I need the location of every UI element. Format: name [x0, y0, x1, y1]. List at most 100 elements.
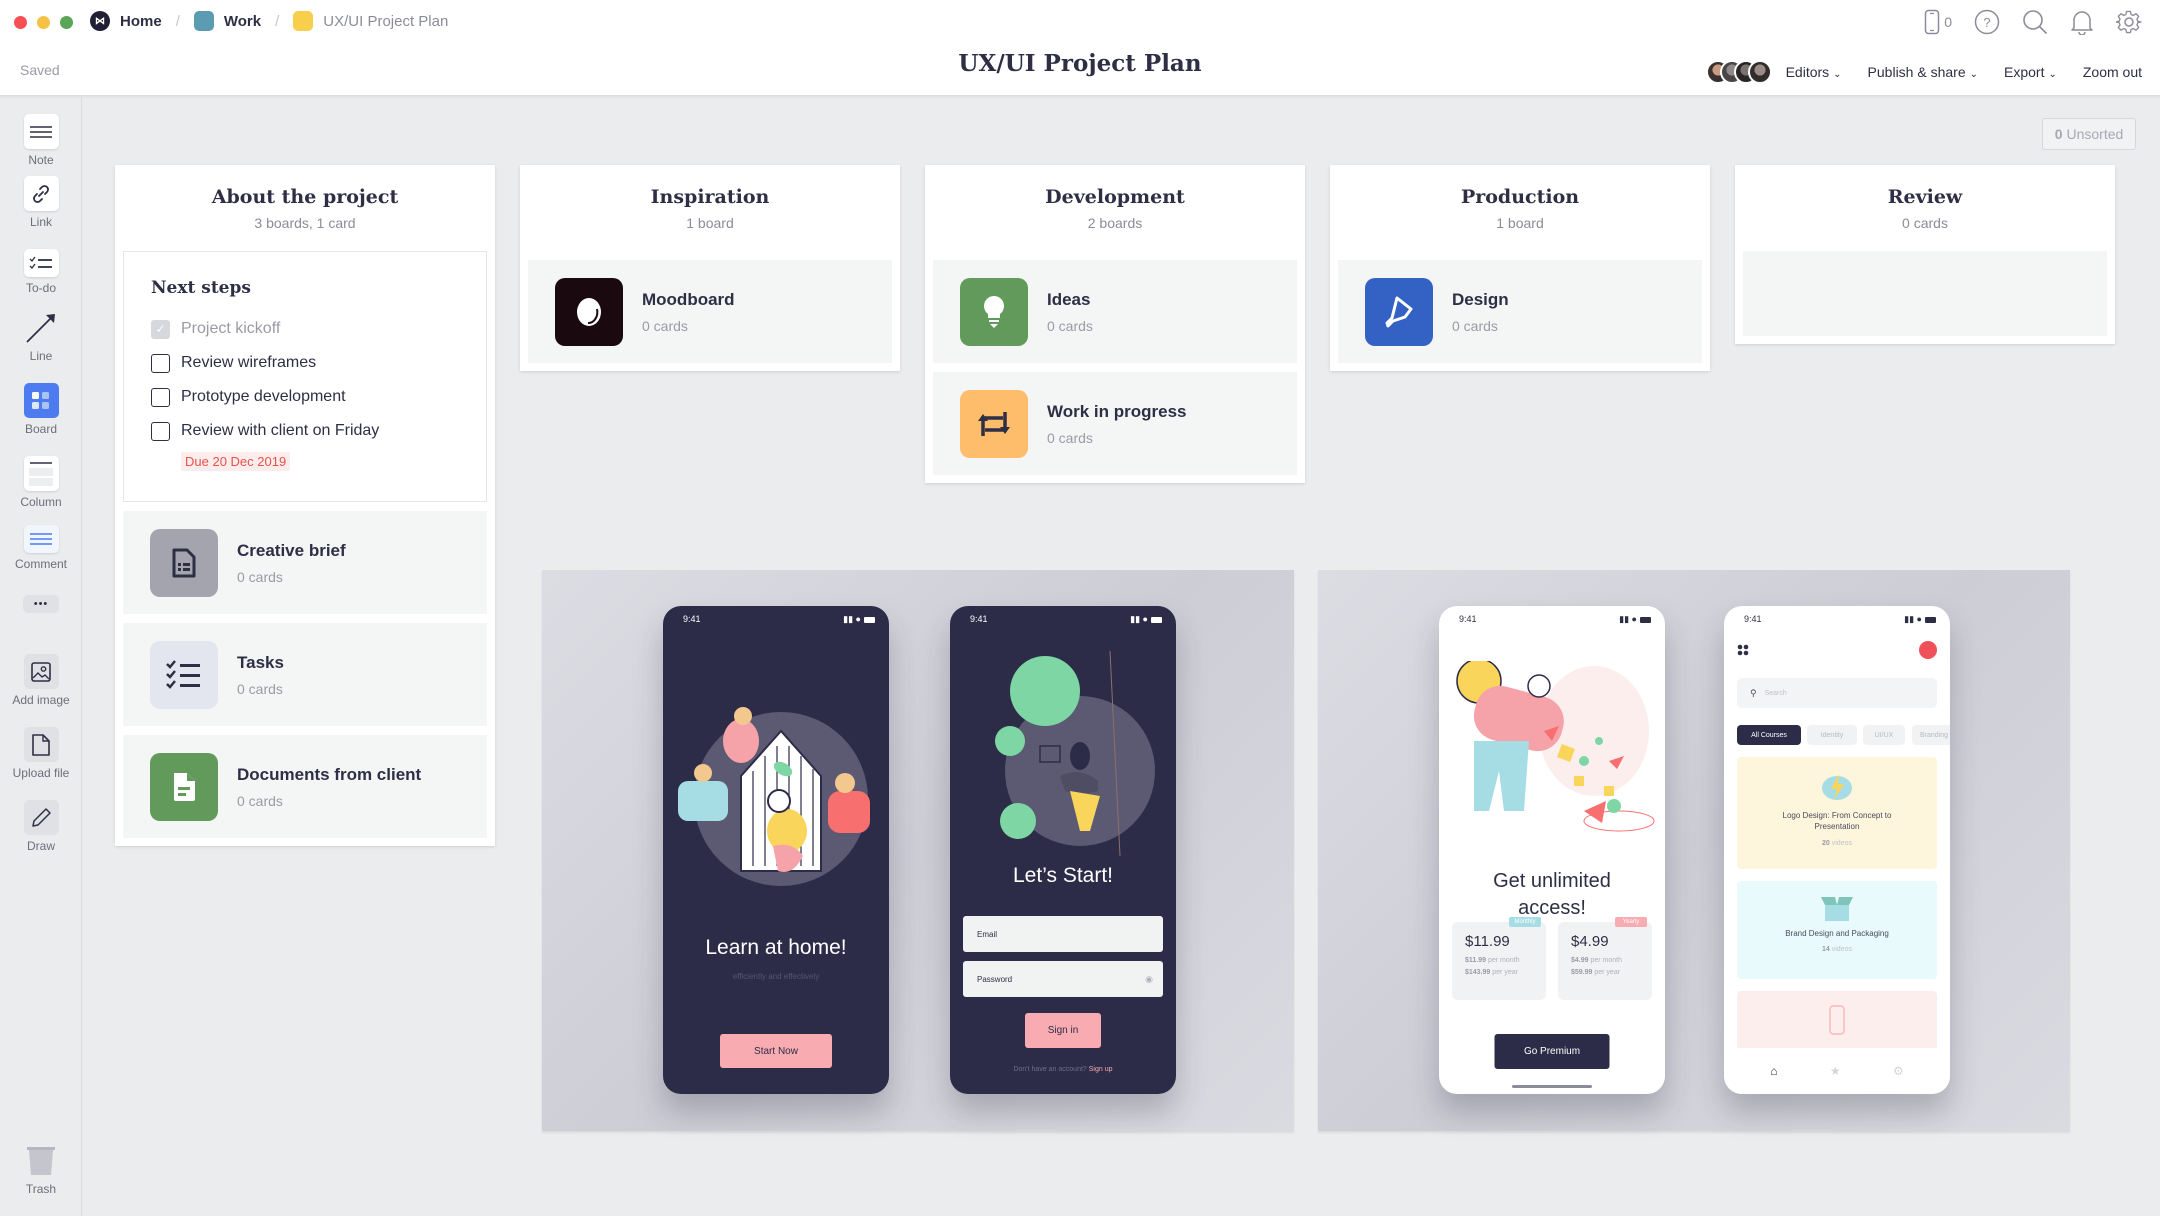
headline-line-2: access! [1518, 897, 1586, 919]
column-title[interactable]: About the project [123, 186, 487, 208]
todo-icon [23, 249, 59, 277]
plan-price: $11.99 [1465, 933, 1510, 950]
editors-label: Editors [1785, 64, 1830, 80]
chevron-down-icon: ⌄ [2048, 69, 2057, 80]
minimize-window-button[interactable] [37, 16, 50, 29]
status-time: 9:41 [970, 614, 988, 624]
publish-share-dropdown[interactable]: Publish & share ⌄ [1868, 64, 1978, 80]
maximize-window-button[interactable] [60, 16, 73, 29]
tool-line[interactable]: Line [0, 310, 82, 363]
column-title[interactable]: Production [1338, 186, 1702, 208]
todo-item[interactable]: Review with client on Friday [151, 414, 459, 448]
column-title[interactable]: Development [933, 186, 1297, 208]
tool-add-image[interactable]: Add image [0, 654, 82, 707]
star-icon: ★ [1829, 1064, 1841, 1078]
search-icon: ⚲ [1750, 687, 1757, 698]
tool-draw[interactable]: Draw [0, 800, 82, 853]
column-review[interactable]: Review 0 cards [1735, 165, 2115, 344]
board-card-documents-from-client[interactable]: Documents from client 0 cards [123, 735, 487, 838]
board-card-moodboard[interactable]: Moodboard 0 cards [528, 260, 892, 363]
checkbox[interactable] [151, 353, 170, 373]
file-icon [150, 752, 218, 821]
board-name: Documents from client [237, 764, 422, 784]
mockup-image-light[interactable]: 9:41 ▮▮ ● Get unlimited access! Monthly $1… [1318, 570, 2070, 1131]
zoom-out-button[interactable]: Zoom out [2083, 64, 2142, 80]
todo-item[interactable]: Review wireframes [151, 346, 459, 380]
board-card-work-in-progress[interactable]: Work in progress 0 cards [933, 372, 1297, 475]
search-icon[interactable] [2022, 9, 2048, 35]
column-development[interactable]: Development 2 boards Ideas 0 cards Work i… [925, 165, 1305, 483]
tool-comment[interactable]: Comment [0, 525, 82, 571]
board-card-tasks[interactable]: Tasks 0 cards [123, 623, 487, 726]
breadcrumb-separator: / [175, 12, 180, 30]
todo-item[interactable]: ✓ Project kickoff [151, 312, 459, 346]
phone-headline: Get unlimited access! [1439, 868, 1665, 922]
tool-upload-file[interactable]: Upload file [0, 727, 82, 780]
headline-line-1: Get unlimited [1493, 870, 1611, 892]
board-name: Design [1452, 289, 1509, 309]
gear-icon[interactable] [2116, 9, 2142, 35]
breadcrumb-home[interactable]: Home [120, 13, 162, 30]
board-card-count: 0 cards [237, 792, 283, 809]
close-window-button[interactable] [14, 16, 27, 29]
board-icon [23, 383, 59, 418]
column-icon [23, 456, 59, 491]
tool-column[interactable]: Column [0, 456, 82, 509]
page-title[interactable]: UX/UI Project Plan [958, 50, 1201, 77]
column-inspiration[interactable]: Inspiration 1 board Moodboard 0 cards [520, 165, 900, 371]
editor-avatars[interactable] [1705, 60, 1772, 84]
email-field: Email [963, 916, 1163, 952]
signup-prompt-text: Don't have an account? [1013, 1066, 1087, 1073]
filter-chip: Branding [1912, 725, 1950, 745]
unsorted-button[interactable]: 0 Unsorted [2042, 118, 2136, 150]
todo-text: Project kickoff [181, 320, 281, 337]
tool-label: Upload file [12, 766, 70, 780]
column-production[interactable]: Production 1 board Design 0 cards [1330, 165, 1710, 371]
line-arrow-icon [24, 310, 59, 345]
export-dropdown[interactable]: Export ⌄ [2004, 64, 2057, 80]
column-title[interactable]: Review [1743, 186, 2107, 208]
tool-note[interactable]: Note [0, 114, 82, 167]
tool-trash[interactable]: Trash [0, 1143, 82, 1196]
due-date-badge[interactable]: Due 20 Dec 2019 [181, 452, 291, 471]
column-title[interactable]: Inspiration [528, 186, 892, 208]
mockup-image-dark[interactable]: 9:41 ▮▮ ● Learn at home! efficiently and … [542, 570, 1294, 1131]
board-card-creative-brief[interactable]: Creative brief 0 cards [123, 511, 487, 614]
editors-dropdown[interactable]: Editors ⌄ [1786, 64, 1842, 80]
tool-link[interactable]: Link [0, 176, 82, 229]
checklist-icon [150, 640, 218, 709]
breadcrumb-work[interactable]: Work [224, 13, 261, 30]
home-icon: ⌂ [1770, 1064, 1778, 1078]
mobile-notes-button[interactable]: 0 [1924, 9, 1952, 35]
course-title: Brand Design and Packaging [1785, 929, 1889, 938]
per-month-value: $4.99 [1571, 957, 1589, 964]
board-card-ideas[interactable]: Ideas 0 cards [933, 260, 1297, 363]
bell-icon[interactable] [2070, 9, 2094, 35]
save-status: Saved [20, 62, 60, 78]
checkbox[interactable] [151, 421, 170, 441]
tool-more[interactable]: ••• [0, 595, 82, 617]
checkbox[interactable] [151, 387, 170, 407]
signal-wifi-battery-icon: ▮▮ ● [1130, 614, 1162, 625]
checkbox-checked[interactable]: ✓ [151, 319, 170, 339]
tool-board[interactable]: Board [0, 383, 82, 436]
chevron-down-icon: ⌄ [1969, 69, 1978, 80]
status-bar: 9:41 ▮▮ ● [1459, 614, 1651, 625]
mobile-count: 0 [1944, 14, 1952, 30]
signup-prompt: Don't have an account? Sign up [950, 1066, 1176, 1073]
help-icon[interactable]: ? [1974, 9, 2000, 35]
tool-label: Note [28, 153, 54, 167]
signal-wifi-battery-icon: ▮▮ ● [1904, 614, 1936, 625]
trash-icon [24, 1143, 59, 1178]
board-card-design[interactable]: Design 0 cards [1338, 260, 1702, 363]
todo-item[interactable]: Prototype development [151, 380, 459, 414]
avatar [1747, 60, 1772, 84]
export-label: Export [2004, 64, 2045, 80]
grid-menu-icon [1737, 644, 1749, 656]
empty-column-dropzone[interactable] [1743, 251, 2107, 336]
todo-list-card[interactable]: Next steps ✓ Project kickoff Review wiref… [123, 251, 487, 502]
tool-todo[interactable]: To-do [0, 249, 82, 295]
tool-label: Link [29, 215, 52, 229]
column-about-the-project[interactable]: About the project 3 boards, 1 card Next … [115, 165, 495, 846]
signup-link: Sign up [1088, 1066, 1113, 1073]
